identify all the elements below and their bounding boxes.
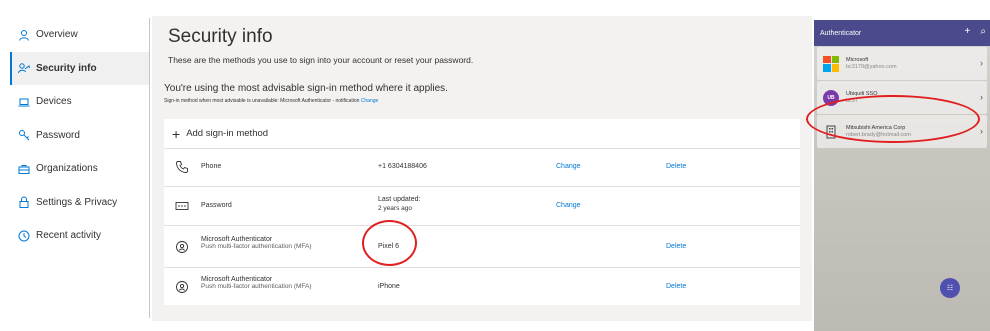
authenticator-icon <box>175 280 189 294</box>
sidebar-item-label: Devices <box>36 96 72 107</box>
phone-icon <box>175 160 189 174</box>
sidebar-item-settings-privacy[interactable]: Settings & Privacy <box>10 186 149 219</box>
building-icon <box>823 124 839 140</box>
authenticator-app-screenshot: Authenticator + ⌕ Microsoft bc3179@yahoo… <box>814 20 990 331</box>
account-text: Mitsubishi America Corp robert.brady@hot… <box>846 125 911 139</box>
security-info-panel: Security info These are the methods you … <box>152 16 812 321</box>
key-icon <box>18 129 30 141</box>
last-updated-value: 2 years ago <box>378 205 412 212</box>
default-method-note: Sign-in method when most advisable is un… <box>164 98 378 104</box>
sidebar-item-label: Organizations <box>36 163 98 174</box>
laptop-icon <box>18 96 30 108</box>
method-subtitle: Push multi-factor authentication (MFA) <box>201 283 312 290</box>
delete-authenticator-iphone-link[interactable]: Delete <box>666 283 686 290</box>
last-updated-label: Last updated: <box>378 196 421 203</box>
method-row-phone: Phone +1 6304188406 Change Delete <box>164 149 800 187</box>
sidebar-item-recent-activity[interactable]: Recent activity <box>10 219 149 252</box>
default-method-note-text: Sign-in method when most advisable is un… <box>164 98 360 104</box>
person-icon <box>18 29 30 41</box>
methods-card: + Add sign-in method Phone +1 6304188406… <box>164 119 800 305</box>
sidebar-item-label: Overview <box>36 29 78 40</box>
add-account-icon[interactable]: + <box>965 26 971 37</box>
password-dots-icon <box>175 199 189 213</box>
page-title: Security info <box>168 26 273 47</box>
sidebar-item-label: Settings & Privacy <box>36 196 118 208</box>
method-row-authenticator-pixel: Microsoft Authenticator Push multi-facto… <box>164 226 800 268</box>
chevron-right-icon: › <box>980 58 983 68</box>
app-header: Authenticator + ⌕ <box>814 20 990 46</box>
sidebar-item-label: Password <box>36 129 80 141</box>
method-name: Password <box>201 202 232 209</box>
advisable-method-text: You're using the most advisable sign-in … <box>164 83 448 94</box>
account-name: Ubiquiti SSO <box>846 90 878 97</box>
account-item-mitsubishi[interactable]: Mitsubishi America Corp robert.brady@hot… <box>817 115 987 148</box>
method-subtitle: Push multi-factor authentication (MFA) <box>201 243 312 250</box>
method-title: Microsoft Authenticator <box>201 276 273 283</box>
change-default-method-link[interactable]: Change <box>361 98 379 104</box>
method-row-password: Password Last updated: 2 years ago Chang… <box>164 187 800 226</box>
password-last-updated: Last updated: 2 years ago <box>378 196 420 212</box>
method-title: Microsoft Authenticator <box>201 236 273 243</box>
chevron-right-icon: › <box>980 126 983 136</box>
sidebar-nav: Overview Security info Devices Password … <box>10 18 150 318</box>
briefcase-icon <box>18 163 30 175</box>
account-text: Microsoft bc3179@yahoo.com <box>846 57 897 71</box>
app-title: Authenticator <box>820 29 862 37</box>
delete-phone-link[interactable]: Delete <box>666 163 686 170</box>
qr-scan-button[interactable]: ☷ <box>940 278 960 298</box>
sidebar-item-security-info[interactable]: Security info <box>10 51 149 85</box>
method-name: Phone <box>201 163 222 170</box>
history-icon <box>18 230 30 242</box>
phone-number: +1 6304188406 <box>378 163 427 170</box>
authenticator-icon <box>175 240 189 254</box>
sidebar-item-overview[interactable]: Overview <box>10 18 149 51</box>
account-text: Ubiquiti SSO bc37 <box>846 91 878 105</box>
account-email: bc37 <box>846 97 858 104</box>
method-name: Microsoft Authenticator Push multi-facto… <box>201 236 312 250</box>
account-name: Mitsubishi America Corp <box>846 124 906 131</box>
security-info-icon <box>18 62 30 74</box>
method-row-authenticator-iphone: Microsoft Authenticator Push multi-facto… <box>164 268 800 305</box>
account-name: Microsoft <box>846 56 869 63</box>
device-name: iPhone <box>378 283 400 290</box>
microsoft-logo-icon <box>823 55 839 72</box>
search-icon[interactable]: ⌕ <box>980 26 986 37</box>
change-password-link[interactable]: Change <box>556 202 581 209</box>
lock-icon <box>18 196 30 208</box>
add-signin-method-button[interactable]: + Add sign-in method <box>164 119 800 149</box>
sidebar-item-devices[interactable]: Devices <box>10 85 149 118</box>
account-item-ubiquiti[interactable]: UB Ubiquiti SSO bc37 › <box>817 81 987 114</box>
sidebar-item-organizations[interactable]: Organizations <box>10 152 149 185</box>
sidebar-item-label: Recent activity <box>36 230 102 241</box>
add-signin-method-label: Add sign-in method <box>186 128 269 139</box>
sidebar-item-password[interactable]: Password <box>10 119 149 152</box>
chevron-right-icon: › <box>980 92 983 102</box>
sidebar-item-label: Security info <box>36 62 97 74</box>
app-header-actions: + ⌕ <box>965 26 986 37</box>
account-email: robert.brady@hotmail.com <box>846 131 911 138</box>
ubiquiti-avatar: UB <box>823 89 839 106</box>
change-phone-link[interactable]: Change <box>556 163 581 170</box>
delete-authenticator-pixel-link[interactable]: Delete <box>666 243 686 250</box>
page-subtitle: These are the methods you use to sign in… <box>168 55 474 65</box>
account-item-microsoft[interactable]: Microsoft bc3179@yahoo.com › <box>817 47 987 80</box>
account-email: bc3179@yahoo.com <box>846 63 897 70</box>
device-name: Pixel 6 <box>378 243 400 250</box>
plus-icon: + <box>172 125 181 142</box>
method-name: Microsoft Authenticator Push multi-facto… <box>201 276 312 290</box>
